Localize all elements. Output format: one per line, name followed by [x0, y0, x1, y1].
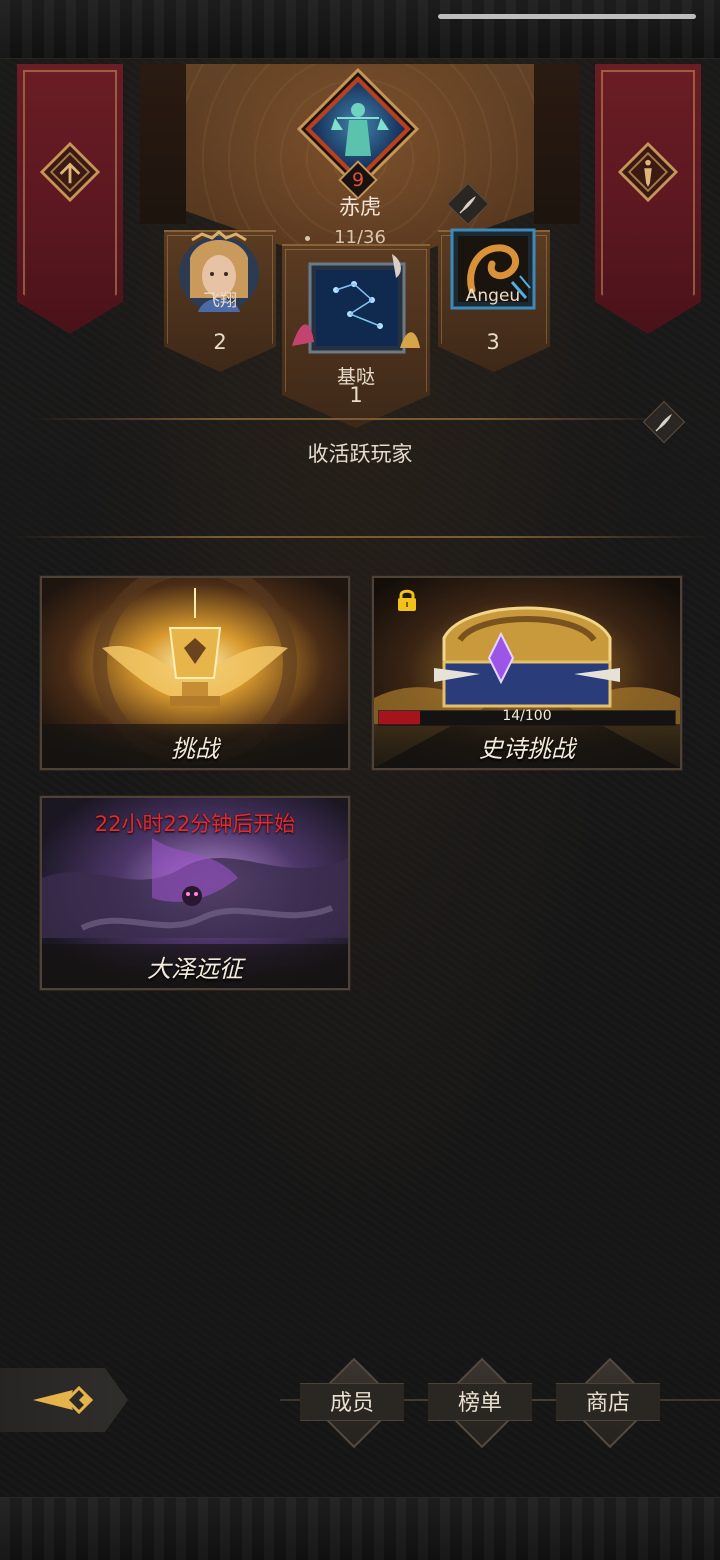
rank-3-name: Angeu [465, 286, 521, 306]
shop-tab[interactable]: 商店 [556, 1356, 660, 1449]
expedition-countdown: 22小时22分钟后开始 [94, 812, 296, 836]
challenge-label: 挑战 [171, 735, 219, 763]
guild-name: 赤虎 [339, 195, 381, 219]
back-button[interactable] [0, 1368, 128, 1432]
edit-recruit-button[interactable] [642, 400, 686, 444]
top-ornament-band [0, 0, 720, 59]
guild-level-value: 9 [351, 169, 365, 191]
info-icon [618, 141, 678, 203]
rank-up-icon [40, 141, 100, 203]
edit-quill-icon [459, 196, 476, 214]
lock-icon [396, 588, 418, 616]
epic-challenge-label: 史诗挑战 [479, 735, 575, 763]
podium-divider [30, 418, 670, 420]
epic-progress-text: 14/100 [502, 708, 552, 724]
epic-challenge-card[interactable]: 14/100 史诗挑战 [371, 575, 683, 771]
rank-1-avatar [292, 250, 420, 360]
recruit-message: 收活跃玩家 [307, 442, 413, 466]
back-arrow-icon [33, 1385, 94, 1415]
leaderboard-tab[interactable]: 榜单 [428, 1356, 532, 1449]
leaderboard-tab-label: 榜单 [457, 1391, 502, 1416]
section-divider [10, 536, 710, 538]
members-tab[interactable]: 成员 [300, 1356, 404, 1449]
crest-shadow-right [534, 64, 580, 224]
rank-3-number: 3 [486, 330, 500, 354]
challenge-card[interactable]: 挑战 [39, 575, 351, 771]
rank-2-name: 飞翔 [203, 291, 237, 311]
edit-quill-icon [655, 414, 672, 432]
shop-tab-label: 商店 [585, 1391, 630, 1416]
members-tab-label: 成员 [329, 1391, 374, 1416]
right-banner-button[interactable] [595, 64, 701, 334]
edit-guild-name-button[interactable] [446, 182, 490, 226]
left-banner-button[interactable] [17, 64, 123, 334]
crest-shadow-left [140, 64, 186, 224]
guild-screen: 9 赤虎 11/36 飞翔 2 Angeu 3 基哒 1 收活跃玩家 挑战 14… [0, 0, 720, 1560]
status-bar-indicator [438, 14, 696, 19]
expedition-label: 大泽远征 [147, 955, 243, 983]
bottom-ornament-band [0, 1497, 720, 1560]
expedition-card[interactable]: 22小时22分钟后开始 大泽远征 [39, 795, 351, 991]
rank-2-number: 2 [213, 330, 227, 354]
rank-1-number: 1 [349, 383, 363, 407]
